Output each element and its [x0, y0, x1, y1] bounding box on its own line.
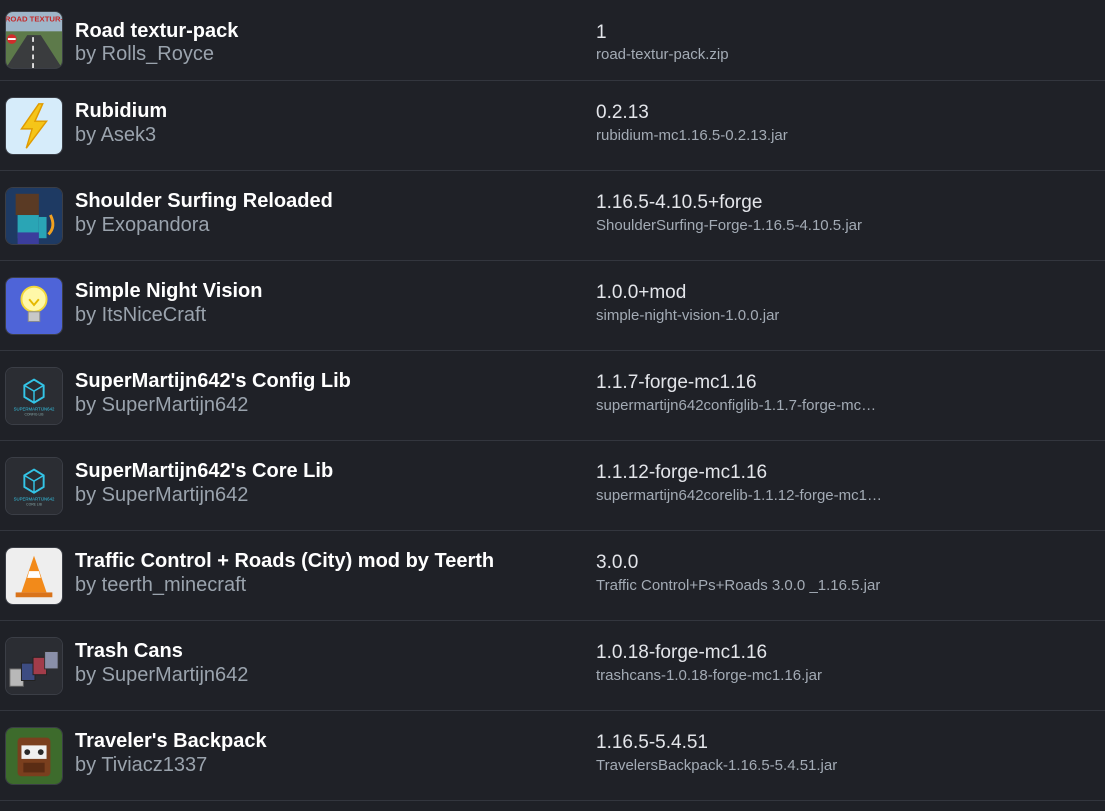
svg-text:ROAD TEXTUR-PACK: ROAD TEXTUR-PACK	[6, 15, 62, 24]
mod-row-travelers-backpack[interactable]: Traveler's Backpack by Tiviacz1337 1.16.…	[0, 711, 1105, 801]
mod-list: ROAD TEXTUR-PACK Road textur-pack by Rol…	[0, 0, 1105, 801]
mod-author: by teerth_minecraft	[75, 574, 247, 596]
mod-author: by ItsNiceCraft	[75, 304, 207, 326]
mod-name: SuperMartijn642's Config Lib	[75, 370, 351, 392]
mod-file-name: supermartijn642configlib-1.1.7-forge-mc…	[596, 397, 877, 414]
trash-cans-icon	[5, 637, 63, 695]
mod-name: Simple Night Vision	[75, 280, 263, 302]
mod-version: 1.0.18-forge-mc1.16	[596, 642, 768, 663]
mod-file-name: Traffic Control+Ps+Roads 3.0.0 _1.16.5.j…	[596, 577, 881, 594]
mod-name: Shoulder Surfing Reloaded	[75, 190, 333, 212]
traffic-cone-icon	[5, 547, 63, 605]
mod-name: Road textur-pack	[75, 20, 239, 42]
mod-name: Trash Cans	[75, 640, 183, 662]
mod-version: 1.16.5-5.4.51	[596, 732, 708, 753]
mod-file-name: supermartijn642corelib-1.1.12-forge-mc1…	[596, 487, 882, 504]
mod-author: by SuperMartijn642	[75, 664, 249, 686]
backpack-icon	[5, 727, 63, 785]
mod-name: Rubidium	[75, 100, 168, 122]
mod-name: Traffic Control + Roads (City) mod by Te…	[75, 550, 495, 572]
minecraft-player-icon	[5, 187, 63, 245]
mod-name: Traveler's Backpack	[75, 730, 267, 752]
mod-row-supermartijn642-core-lib[interactable]: SUPERMARTIJN642 CORE LIB SuperMartijn642…	[0, 441, 1105, 531]
mod-version: 1.1.12-forge-mc1.16	[596, 462, 768, 483]
mod-author: by Asek3	[75, 124, 157, 146]
mod-row-simple-night-vision[interactable]: Simple Night Vision by ItsNiceCraft 1.0.…	[0, 261, 1105, 351]
mod-file-name: trashcans-1.0.18-forge-mc1.16.jar	[596, 667, 822, 684]
cube-logo-icon: SUPERMARTIJN642 CONFIG LIB	[5, 367, 63, 425]
mod-row-trash-cans[interactable]: Trash Cans by SuperMartijn642 1.0.18-for…	[0, 621, 1105, 711]
mod-file-name: ShoulderSurfing-Forge-1.16.5-4.10.5.jar	[596, 217, 862, 234]
mod-file-name: simple-night-vision-1.0.0.jar	[596, 307, 780, 324]
lightning-bolt-icon	[5, 97, 63, 155]
mod-row-road-textur-pack[interactable]: ROAD TEXTUR-PACK Road textur-pack by Rol…	[0, 0, 1105, 81]
light-bulb-icon	[5, 277, 63, 335]
mod-version: 1.16.5-4.10.5+forge	[596, 192, 763, 213]
mod-author: by Tiviacz1337	[75, 754, 208, 776]
mod-row-shoulder-surfing-reloaded[interactable]: Shoulder Surfing Reloaded by Exopandora …	[0, 171, 1105, 261]
cube-logo-icon: SUPERMARTIJN642 CORE LIB	[5, 457, 63, 515]
mod-file-name: road-textur-pack.zip	[596, 46, 729, 63]
mod-row-rubidium[interactable]: Rubidium by Asek3 0.2.13 rubidium-mc1.16…	[0, 81, 1105, 171]
mod-author: by Rolls_Royce	[75, 43, 214, 65]
mod-file-name: rubidium-mc1.16.5-0.2.13.jar	[596, 127, 788, 144]
svg-text:CONFIG LIB: CONFIG LIB	[24, 412, 44, 416]
mod-version: 1	[596, 22, 607, 43]
mod-author: by SuperMartijn642	[75, 484, 249, 506]
mod-name: SuperMartijn642's Core Lib	[75, 460, 334, 482]
svg-text:CORE LIB: CORE LIB	[26, 502, 42, 506]
mod-row-traffic-control[interactable]: Traffic Control + Roads (City) mod by Te…	[0, 531, 1105, 621]
mod-row-supermartijn642-config-lib[interactable]: SUPERMARTIJN642 CONFIG LIB SuperMartijn6…	[0, 351, 1105, 441]
mod-version: 3.0.0	[596, 552, 639, 573]
mod-file-name: TravelersBackpack-1.16.5-5.4.51.jar	[596, 757, 838, 774]
mod-version: 1.1.7-forge-mc1.16	[596, 372, 757, 393]
road-texture-pack-icon: ROAD TEXTUR-PACK	[5, 11, 63, 69]
mod-version: 1.0.0+mod	[596, 282, 687, 303]
mod-version: 0.2.13	[596, 102, 649, 123]
svg-text:SUPERMARTIJN642: SUPERMARTIJN642	[14, 406, 55, 411]
svg-text:SUPERMARTIJN642: SUPERMARTIJN642	[14, 496, 55, 501]
mod-author: by SuperMartijn642	[75, 394, 249, 416]
mod-author: by Exopandora	[75, 214, 210, 236]
